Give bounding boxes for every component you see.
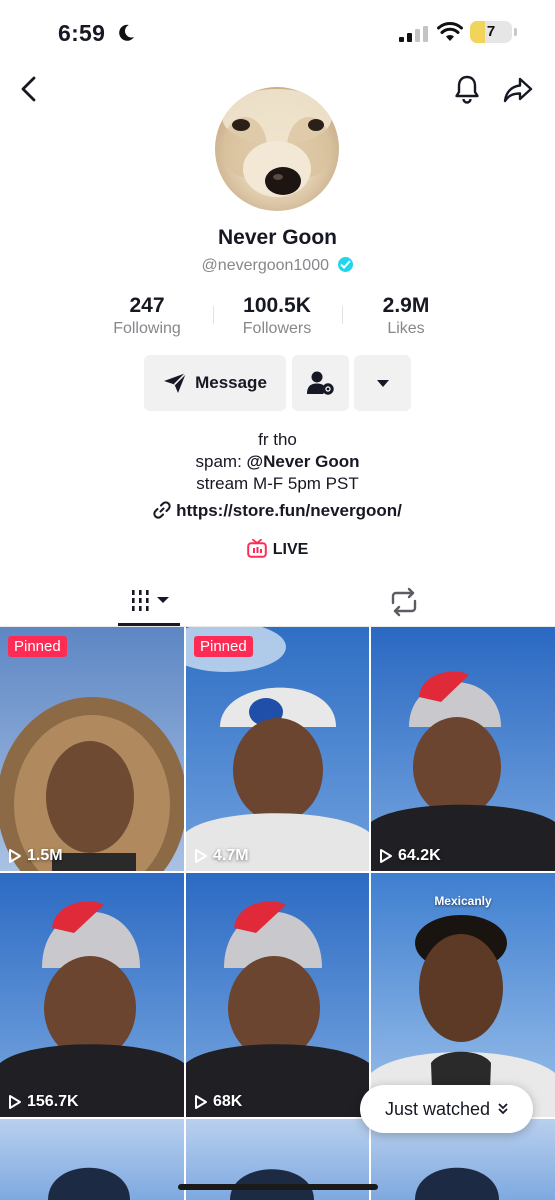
just-watched-button[interactable]: Just watched xyxy=(360,1085,533,1133)
bell-icon[interactable] xyxy=(452,74,482,104)
link-icon xyxy=(153,501,171,519)
video-tile[interactable]: Pinned 4.7M xyxy=(186,627,369,871)
view-count: 1.5M xyxy=(8,847,63,865)
caret-down-icon xyxy=(376,379,389,387)
friend-settings-button[interactable] xyxy=(292,355,349,411)
status-bar: 6:59 7 xyxy=(0,0,555,66)
battery-level: 7 xyxy=(486,23,496,40)
video-tile[interactable]: 68K xyxy=(186,873,369,1117)
stat-followers-value: 100.5K xyxy=(243,294,311,317)
bio-line-2-prefix: spam: xyxy=(195,452,247,471)
wifi-icon xyxy=(437,22,463,41)
message-button[interactable]: Message xyxy=(144,355,286,411)
view-count-value: 64.2K xyxy=(398,847,441,864)
view-count-value: 68K xyxy=(213,1093,243,1110)
repost-icon xyxy=(391,587,417,617)
tab-reposts[interactable] xyxy=(388,586,420,618)
signal-icon xyxy=(399,26,428,42)
video-tile[interactable]: Mexicanly xyxy=(371,873,555,1117)
view-count: 4.7M xyxy=(194,847,249,865)
stat-likes[interactable]: 2.9M Likes xyxy=(346,294,466,338)
live-button[interactable]: LIVE xyxy=(0,538,555,559)
video-thumbnail xyxy=(186,627,369,871)
bio-line-3: stream M-F 5pm PST xyxy=(196,474,359,493)
bio-line-2: spam: @Never Goon xyxy=(0,451,555,473)
pinned-badge: Pinned xyxy=(8,636,67,657)
stat-following-value: 247 xyxy=(129,294,165,317)
grid-icon xyxy=(132,590,149,611)
video-tile[interactable] xyxy=(0,1119,184,1200)
avatar[interactable] xyxy=(215,87,339,211)
back-button[interactable] xyxy=(15,74,45,104)
tab-videos[interactable] xyxy=(118,582,180,626)
video-thumbnail xyxy=(0,1119,184,1200)
home-indicator xyxy=(178,1184,378,1190)
view-count: 64.2K xyxy=(379,847,441,865)
stat-following[interactable]: 247 Following xyxy=(87,294,207,338)
play-icon xyxy=(195,1095,207,1109)
profile-link[interactable]: https://store.fun/nevergoon/ xyxy=(0,501,555,521)
view-count: 68K xyxy=(194,1093,242,1111)
video-thumbnail xyxy=(371,873,555,1117)
play-icon xyxy=(380,849,392,863)
live-label: LIVE xyxy=(272,541,309,558)
play-icon xyxy=(9,1095,21,1109)
video-thumbnail xyxy=(371,627,555,871)
username-row: @nevergoon1000 xyxy=(0,257,555,275)
view-count-value: 1.5M xyxy=(27,847,63,864)
live-tv-icon xyxy=(246,538,267,558)
double-chevron-down-icon xyxy=(498,1103,508,1115)
play-icon xyxy=(9,849,21,863)
profile-link-text: https://store.fun/nevergoon/ xyxy=(176,501,402,520)
stat-followers[interactable]: 100.5K Followers xyxy=(217,294,337,338)
status-time: 6:59 xyxy=(58,20,106,46)
share-icon[interactable] xyxy=(502,74,534,106)
view-count-value: 4.7M xyxy=(213,847,249,864)
stat-likes-label: Likes xyxy=(387,320,425,337)
pinned-badge: Pinned xyxy=(194,636,253,657)
display-name: Never Goon xyxy=(217,226,338,249)
moon-icon xyxy=(119,24,134,41)
user-gear-icon xyxy=(306,371,334,395)
video-thumbnail xyxy=(186,873,369,1117)
username: @nevergoon1000 xyxy=(201,257,329,274)
stat-followers-label: Followers xyxy=(242,320,312,337)
dog-avatar-image xyxy=(222,89,332,197)
stat-likes-value: 2.9M xyxy=(382,294,430,317)
bio-line-1: fr tho xyxy=(258,430,297,449)
bio-mention-link[interactable]: @Never Goon xyxy=(247,452,360,471)
send-icon xyxy=(164,372,187,393)
profile-stats: 247 Following 100.5K Followers 2.9M Like… xyxy=(90,294,465,344)
just-watched-label: Just watched xyxy=(384,1098,491,1119)
video-tile[interactable]: Pinned 1.5M xyxy=(0,627,184,871)
video-tile[interactable]: 64.2K xyxy=(371,627,555,871)
video-thumbnail xyxy=(0,873,184,1117)
video-thumbnail xyxy=(0,627,184,871)
bio: fr tho spam: @Never Goon stream M-F 5pm … xyxy=(0,429,555,495)
play-icon xyxy=(195,849,207,863)
battery-indicator: 7 xyxy=(470,21,512,43)
stat-divider xyxy=(213,306,214,324)
more-options-button[interactable] xyxy=(354,355,411,411)
battery-cap xyxy=(514,28,517,36)
view-count: 156.7K xyxy=(8,1093,79,1111)
video-caption: Mexicanly xyxy=(434,894,492,908)
message-button-label: Message xyxy=(195,373,267,392)
view-count-value: 156.7K xyxy=(27,1093,79,1110)
verified-badge-icon xyxy=(338,257,354,272)
stat-divider xyxy=(342,306,343,324)
video-tile[interactable]: 156.7K xyxy=(0,873,184,1117)
stat-following-label: Following xyxy=(113,320,181,337)
